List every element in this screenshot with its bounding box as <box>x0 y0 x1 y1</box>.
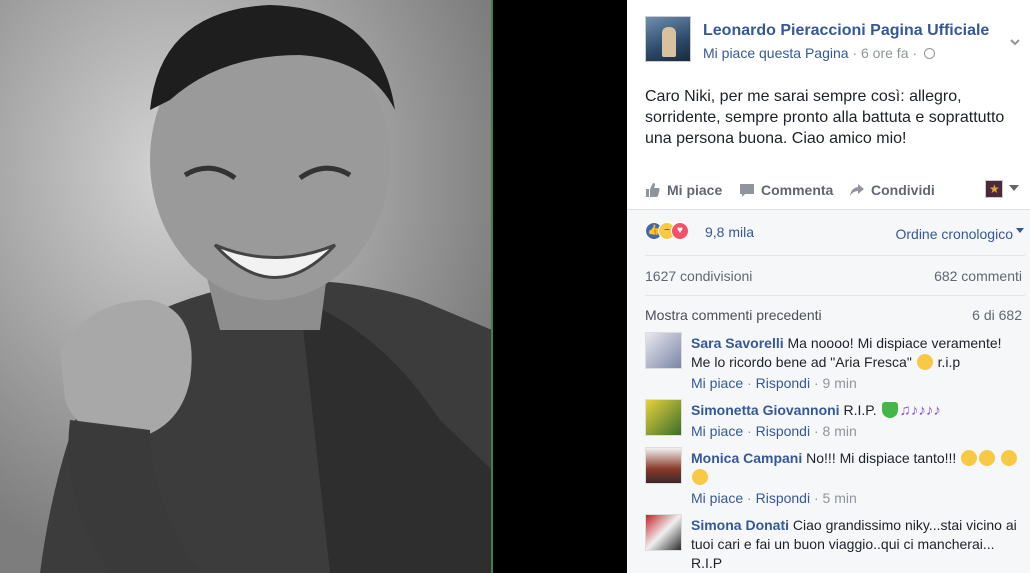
reaction-avatar[interactable]: ★ <box>985 180 1003 198</box>
meta-dot: · <box>852 45 861 61</box>
comment-body: Simonetta Giovannoni R.I.P. ♫♪♪♪♪ Mi pia… <box>691 401 1021 441</box>
love-reaction-icon: ♥ <box>671 222 689 240</box>
divider <box>645 255 1025 256</box>
comment-reply-link[interactable]: Rispondi <box>756 490 810 506</box>
like-label: Mi piace <box>667 182 723 198</box>
comment-time[interactable]: 5 min <box>823 490 857 506</box>
post-text: Caro Niki, per me sarai sempre così: all… <box>645 88 1005 147</box>
comment-label: Commenta <box>761 182 834 198</box>
comment-button[interactable]: Commenta <box>739 182 833 198</box>
comments-section: 👍 ~ ♥ 9,8 mila Ordine cronologico 1627 c… <box>627 209 1030 573</box>
post-time[interactable]: 6 ore fa <box>861 45 908 61</box>
comment-body: Sara Savorelli Ma noooo! Mi dispiace ver… <box>691 334 1021 393</box>
share-icon <box>850 184 864 196</box>
music-notes-emoji: ♫♪♪♪♪ <box>899 402 941 419</box>
post-panel: Leonardo Pieraccioni Pagina Ufficiale Mi… <box>627 0 1030 573</box>
crying-face-emoji <box>692 469 708 485</box>
comment-like-link[interactable]: Mi piace <box>691 375 743 391</box>
crying-face-emoji <box>979 450 996 466</box>
comment-body: Simona Donati Ciao grandissimo niky...st… <box>691 516 1021 573</box>
commenter-name[interactable]: Simona Donati <box>691 517 789 533</box>
share-button[interactable]: Condividi <box>849 182 935 198</box>
thumbs-up-icon <box>646 183 660 197</box>
comment-time[interactable]: 9 min <box>823 375 857 391</box>
shares-count[interactable]: 1627 condivisioni <box>645 268 752 284</box>
commenter-name[interactable]: Simonetta Giovannoni <box>691 402 840 418</box>
comments-pager: 6 di 682 <box>972 307 1022 323</box>
comment-like-link[interactable]: Mi piace <box>691 490 743 506</box>
avatar[interactable] <box>645 514 682 551</box>
like-page-link[interactable]: Mi piace questa Pagina <box>703 45 849 61</box>
comment-reply-link[interactable]: Rispondi <box>756 375 810 391</box>
comment-text: No!!! Mi dispiace tanto!!! <box>806 450 957 466</box>
globe-icon <box>923 48 935 59</box>
post-header: Leonardo Pieraccioni Pagina Ufficiale Mi… <box>645 16 1025 64</box>
crying-face-emoji <box>961 450 978 466</box>
avatar[interactable] <box>645 447 682 484</box>
share-label: Condividi <box>871 182 935 198</box>
commenter-name[interactable]: Monica Campani <box>691 450 802 466</box>
comment-suffix: r.i.p <box>937 354 961 370</box>
caret-down-icon[interactable] <box>1009 185 1019 191</box>
comment-footer: Mi piace · Rispondi · 8 min <box>691 423 857 439</box>
comment-time[interactable]: 8 min <box>823 423 857 439</box>
avatar[interactable] <box>645 399 682 436</box>
comment-text: R.I.P. <box>843 402 877 418</box>
post-photo[interactable] <box>0 0 492 573</box>
page-avatar[interactable] <box>645 16 691 62</box>
comment-reply-link[interactable]: Rispondi <box>756 423 810 439</box>
theater-background <box>493 0 627 573</box>
chevron-down-icon[interactable] <box>1009 36 1021 48</box>
comment-footer: Mi piace · Rispondi · 9 min <box>691 375 857 391</box>
comment-like-link[interactable]: Mi piace <box>691 423 743 439</box>
page-name[interactable]: Leonardo Pieraccioni Pagina Ufficiale <box>703 22 989 40</box>
reactions-count[interactable]: 9,8 mila <box>705 224 754 240</box>
comment-footer: Mi piace · Rispondi · 5 min <box>691 490 857 506</box>
caret-down-icon <box>1016 228 1024 233</box>
photo-image <box>0 0 492 573</box>
commenter-name[interactable]: Sara Savorelli <box>691 335 784 351</box>
crying-face-emoji <box>1001 450 1018 466</box>
show-previous-comments[interactable]: Mostra commenti precedenti <box>645 307 822 323</box>
post-meta: Mi piace questa Pagina · 6 ore fa · <box>703 45 935 61</box>
green-heart-emoji <box>881 402 898 418</box>
comment-icon <box>740 184 754 197</box>
order-label: Ordine cronologico <box>895 226 1013 242</box>
avatar[interactable] <box>645 332 682 369</box>
comment-body: Monica Campani No!!! Mi dispiace tanto!!… <box>691 449 1021 508</box>
like-button[interactable]: Mi piace <box>645 182 722 198</box>
post-actions: Mi piace Commenta Condividi ★ <box>627 176 1030 208</box>
comment-order-dropdown[interactable]: Ordine cronologico <box>895 226 1024 242</box>
meta-dot: · <box>912 45 921 61</box>
comments-count[interactable]: 682 commenti <box>934 268 1022 284</box>
relieved-face-emoji <box>916 354 933 370</box>
divider <box>645 295 1025 296</box>
